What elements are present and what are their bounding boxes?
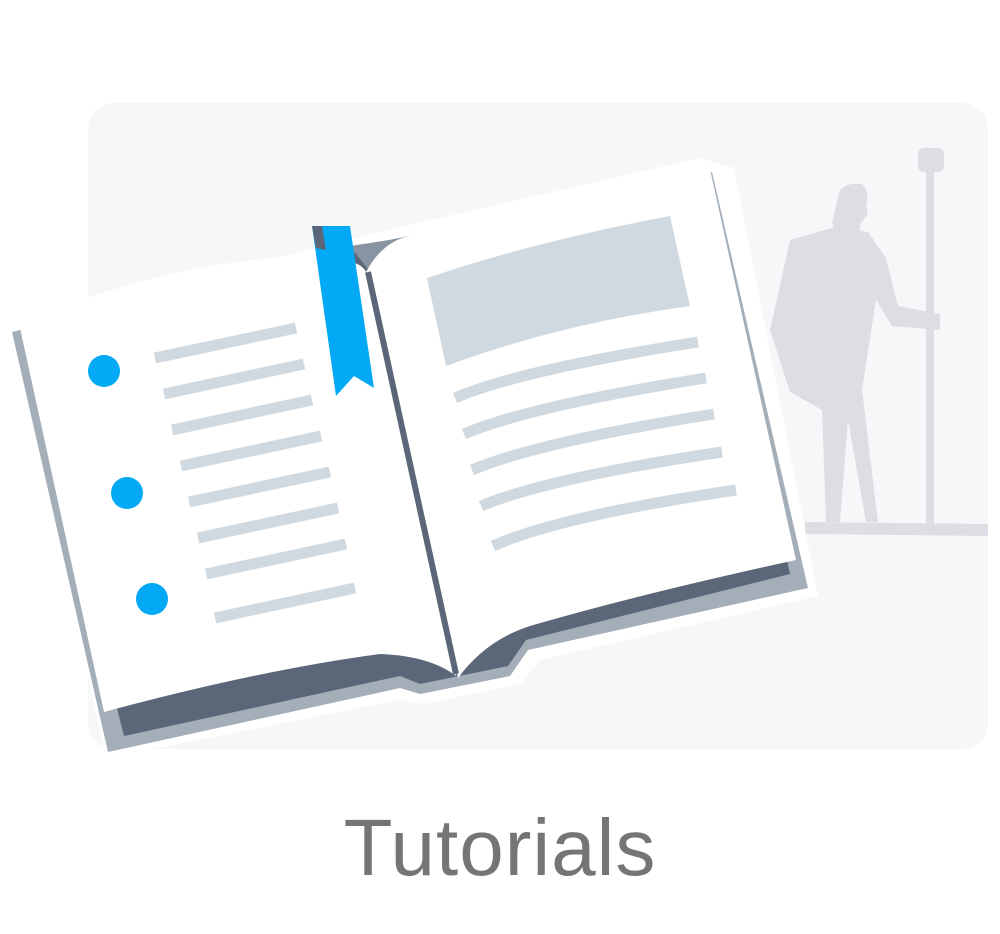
tutorials-illustration [8, 103, 988, 758]
bullet-dot [136, 583, 168, 615]
bullet-dot [88, 355, 120, 387]
tutorials-tile[interactable]: Tutorials [0, 0, 1000, 934]
bullet-dot [111, 477, 143, 509]
tile-title: Tutorials [343, 803, 657, 892]
